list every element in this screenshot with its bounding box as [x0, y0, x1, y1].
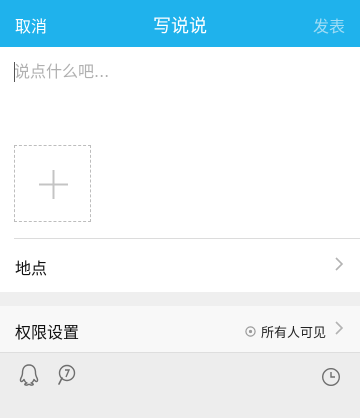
chevron-right-icon	[335, 257, 344, 271]
add-photo-button[interactable]	[14, 145, 91, 222]
chevron-right-icon	[335, 321, 344, 335]
page-title: 写说说	[153, 16, 207, 37]
permission-label: 权限设置	[15, 323, 80, 342]
plus-icon	[39, 170, 68, 199]
bottom-toolbar	[0, 352, 360, 418]
permission-value: 所有人可见	[260, 326, 326, 341]
section-gap	[0, 292, 360, 306]
divider	[14, 238, 360, 239]
location-row[interactable]: 地点	[0, 242, 360, 288]
location-label: 地点	[15, 259, 48, 278]
publish-button[interactable]: 发表	[313, 13, 345, 37]
mention-icon[interactable]	[55, 363, 77, 387]
qq-icon[interactable]	[18, 363, 40, 387]
text-cursor	[14, 62, 15, 82]
post-text-input[interactable]	[12, 58, 344, 128]
permission-value-group: 所有人可见	[245, 322, 326, 341]
clock-icon[interactable]	[320, 366, 342, 388]
permission-row[interactable]: 权限设置 所有人可见	[0, 306, 360, 352]
top-bar: 取消 写说说 发表	[0, 0, 360, 47]
visibility-icon	[245, 326, 256, 337]
